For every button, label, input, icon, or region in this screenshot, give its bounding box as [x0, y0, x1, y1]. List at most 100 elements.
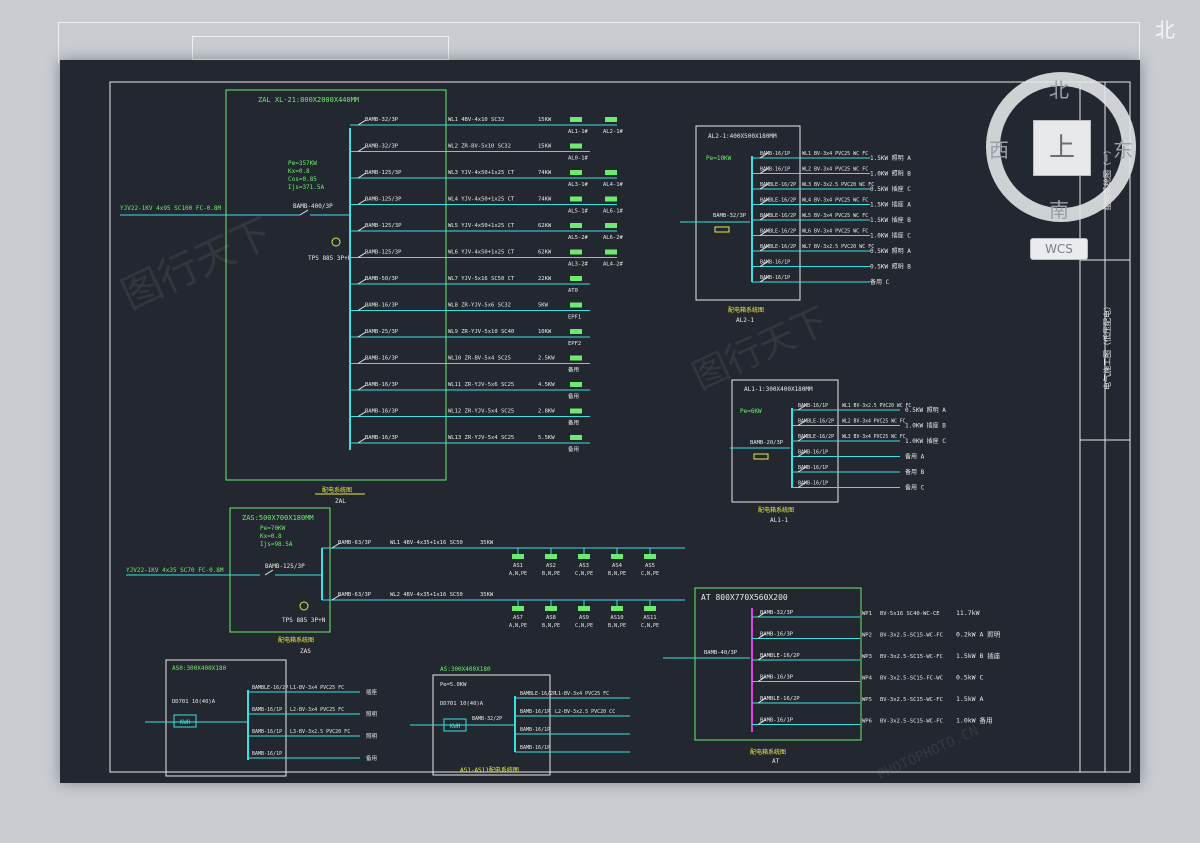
al2-row-cable: WL2 BV-3x4 PVC25 WC FC: [802, 167, 868, 173]
at-caption-sub: AT: [772, 758, 780, 765]
at-title: AT 800X770X560X200: [701, 593, 788, 602]
zal-circuit-breaker: BAMB-125/3P: [365, 197, 402, 203]
ghost-frame-left: [192, 36, 449, 60]
zas-load-name: AS4: [612, 563, 623, 569]
zas-load-symbol: [545, 554, 557, 559]
zal-circuit-breaker: BAMB-32/3P: [365, 144, 399, 150]
zas-load-name: AS7: [513, 615, 523, 621]
zal-load-name: AL5-2#: [568, 235, 589, 241]
zal-circuit-cable: WL6 YJV-4x50+1x25 CT: [448, 250, 515, 256]
wcs-button[interactable]: WCS: [1030, 238, 1088, 260]
zal-load-symbol: [570, 329, 582, 334]
zal-circuit-cable: WL2 ZR-BV-5x10 SC32: [448, 144, 511, 150]
viewcube-south-label[interactable]: 南: [1049, 194, 1069, 223]
zal-load-name: 备用: [568, 392, 579, 400]
as0-title: AS0:300X400X180: [172, 665, 227, 672]
zas-meter: TPS 885 3P+N: [282, 617, 326, 624]
al1-row-breaker: BAMB-16/1P: [798, 465, 828, 471]
zal-load-name: EPF2: [568, 341, 581, 347]
al1-row-breaker: BAMB-16/1P: [798, 481, 828, 487]
zal-circuit-breaker: BAMB-125/3P: [365, 250, 402, 256]
at-caption: 配电箱系统图: [750, 748, 786, 756]
at-row-cable: BV-3x2.5-SC15-WC-FC: [880, 697, 943, 703]
al2-row-load: 备用 C: [870, 278, 890, 286]
as0-row-load: 备用: [366, 754, 377, 762]
al2-row-load: 1.5KW 照明 A: [870, 155, 911, 162]
as0-row-breaker: BAMB-16/1P: [252, 729, 282, 735]
zal-load-name: AL3-1#: [568, 182, 589, 188]
zal-panel-box: [225, 89, 447, 481]
as0-panel-box: [165, 659, 287, 777]
al1-meter-icon: [753, 453, 769, 460]
as0-row-breaker: BAMB-16/1P: [252, 751, 282, 757]
zas-load-sub: B,N,PE: [542, 571, 560, 577]
zal-circuit-breaker: BAMB-16/3P: [365, 435, 399, 441]
watermark-brand: 图行天下: [115, 210, 279, 319]
at-main-breaker: BAMB-40/3P: [704, 650, 738, 656]
as-kwh-label: KWH: [450, 723, 461, 730]
breaker-symbol: [299, 209, 309, 216]
zal-circuit-breaker: BAMB-32/3P: [365, 117, 399, 123]
zal-load-symbol: [605, 196, 617, 202]
al2-row-breaker: BAMB-16/1P: [760, 260, 790, 266]
zal-load-name: EPF1: [568, 315, 581, 321]
as0-row-load: 插座: [366, 688, 378, 696]
viewcube-top-face[interactable]: 上: [1033, 120, 1091, 176]
electrical-schematic: 配电系统图（一）电气施工图（低压配电）ZAL XL-21:800X2000X44…: [109, 81, 1131, 783]
zal-load-name: AL1-1#: [568, 129, 589, 135]
as-row-breaker: BAMBLE-16/2P: [520, 691, 556, 697]
zal-load-symbol: [605, 117, 617, 122]
al1-row-cable: WL2 BV-3x4 PVC25 WC FC: [842, 419, 906, 425]
al1-row-load: 备用 B: [905, 468, 925, 476]
zal-load-name: AL3-2#: [568, 262, 589, 268]
zal-circuit-breaker: BAMB-16/3P: [365, 382, 399, 388]
as-caption: AS1-AS11配电系统图: [460, 766, 519, 774]
zal-load-symbol: [570, 355, 582, 361]
al1-row-load: 备用 C: [905, 484, 925, 492]
viewcube-north-label[interactable]: 北: [1049, 74, 1069, 103]
at-row-load: 11.7kW: [956, 609, 980, 617]
zal-load-symbol: [570, 249, 582, 255]
zal-title: ZAL XL-21:800X2000X440MM: [258, 96, 359, 104]
viewcube[interactable]: 北 西 东 南 上: [985, 70, 1145, 260]
zas-load-sub: B,N,PE: [542, 623, 560, 629]
as0-row-load: 照明: [366, 711, 378, 718]
zal-circuit-breaker: BAMB-25/3P: [365, 329, 399, 335]
zal-circuit-breaker: BAMB-16/3P: [365, 409, 399, 415]
al2-row-load: 1.5KW 插座 A: [870, 201, 911, 209]
zal-load-name: AL6-2#: [603, 235, 624, 241]
zas-load-sub: C,N,PE: [641, 571, 659, 577]
al2-row-breaker: BAMBLE-16/2P: [760, 229, 796, 235]
zal-load-symbol: [605, 223, 617, 228]
zas-load-name: AS8: [546, 615, 556, 621]
as-row-breaker: BAMB-16/1P: [520, 745, 550, 751]
al1-caption-sub: AL1-1: [770, 517, 788, 524]
viewcube-east-label[interactable]: 东: [1113, 134, 1133, 163]
at-row-load: 1.5kW B 插座: [956, 651, 1001, 660]
drawing-canvas[interactable]: 配电系统图（一） 电气施工图（低压配电） ZAL XL-21:800X2000X44…: [60, 60, 1140, 783]
as0-row-cable: L3-BV-3x2.5 PVC20 FC: [290, 729, 350, 735]
as0-row-load: 照明: [366, 733, 378, 740]
al1-row-breaker: BAMBLE-16/2P: [798, 434, 834, 440]
zal-circuit-kw: 62KW: [538, 223, 552, 229]
zal-load-symbol: [570, 117, 582, 122]
zal-load-name: 备用: [568, 445, 579, 453]
viewcube-west-label[interactable]: 西: [989, 134, 1009, 163]
watermark-brand: 图行天下: [686, 300, 834, 398]
zas-incoming-cable: YJV22-1KV 4x35 SC70 FC-0.8M: [126, 567, 224, 574]
al1-title: AL1-1:300X400X180MM: [744, 386, 813, 393]
zal-caption-sub: ZAL: [335, 498, 346, 505]
al2-row-load: 1.0KW 插座 C: [870, 232, 911, 240]
al2-row-breaker: BAMBLE-16/2P: [760, 213, 796, 219]
al2-row-cable: WL6 BV-3x4 PVC25 WC FC: [802, 229, 868, 235]
zal-load-symbol: [605, 249, 617, 255]
al2-row-load: 0.5KW 插座 C: [870, 185, 911, 193]
zas-load-name: AS3: [579, 563, 589, 569]
zas-param: Pe=70KW: [260, 525, 286, 532]
watermark-sub: PHOTOPHOTO.CN: [875, 723, 981, 783]
zal-circuit-cable: WL10 ZR-BV-5x4 SC25: [448, 356, 511, 362]
al2-row-cable: WL4 BV-3x4 PVC25 WC FC: [802, 198, 868, 204]
zal-load-name: AL5-1#: [568, 209, 589, 215]
al2-row-cable: WL7 BV-3x2.5 PVC20 WC FC: [802, 244, 874, 250]
as-meter-label: DD701 10(40)A: [440, 701, 484, 707]
